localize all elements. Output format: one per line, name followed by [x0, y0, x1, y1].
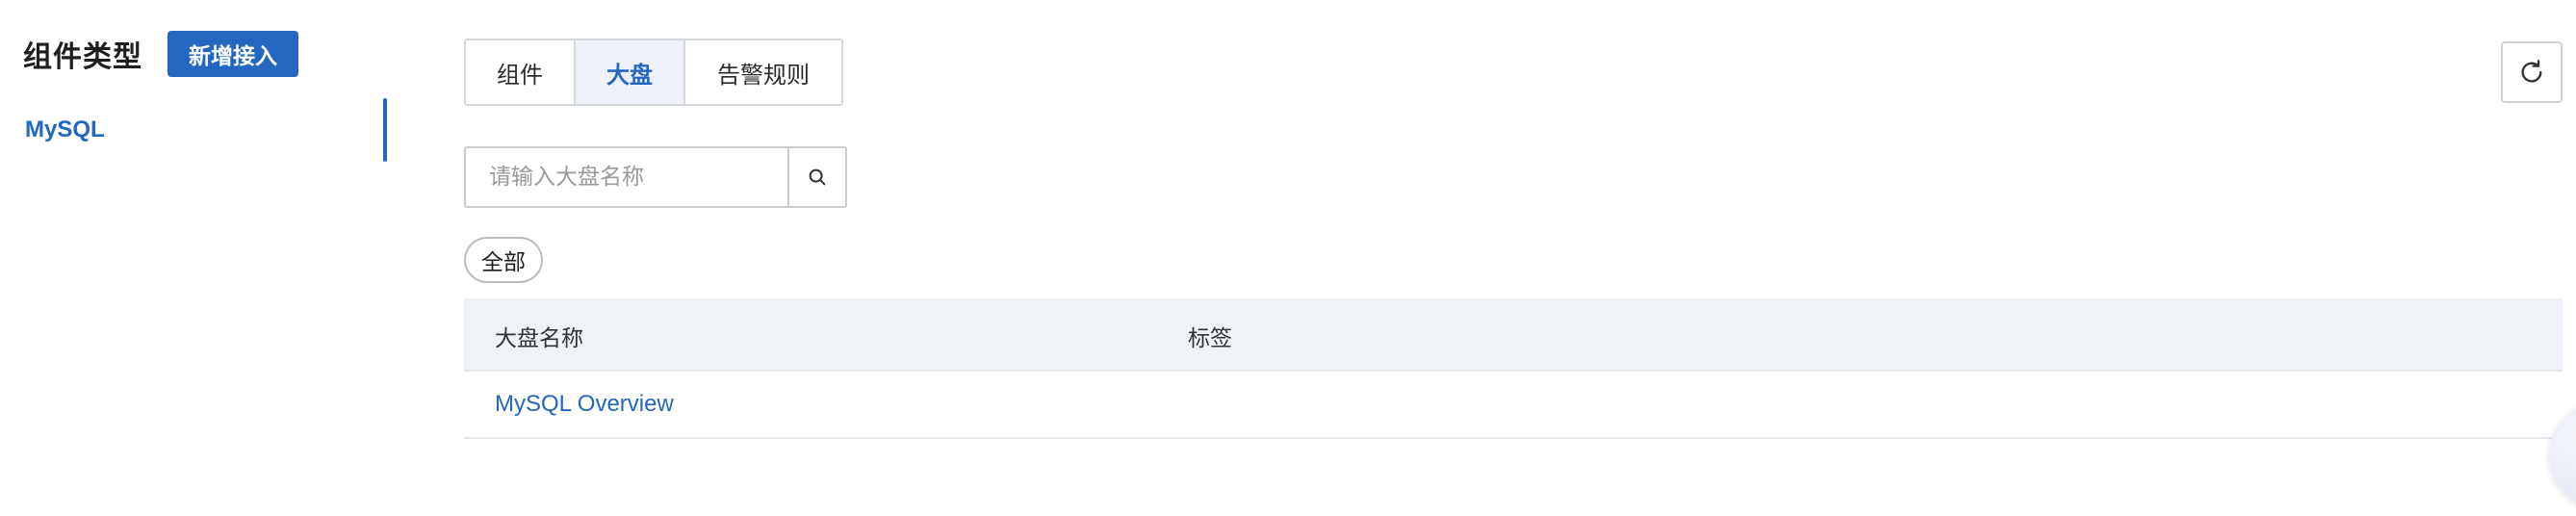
tab-components[interactable]: 组件: [466, 40, 576, 104]
sidebar-item-mysql[interactable]: MySQL: [0, 98, 387, 162]
search-input[interactable]: [464, 146, 787, 208]
sidebar-item-label: MySQL: [25, 116, 105, 142]
sidebar-active-indicator: [383, 98, 387, 162]
dashboard-name-link[interactable]: MySQL Overview: [495, 391, 674, 418]
search-box: [464, 146, 847, 208]
table-row: MySQL Overview: [464, 372, 2563, 439]
dashboard-table: 大盘名称 标签 MySQL Overview: [464, 298, 2563, 439]
sidebar-title: 组件类型: [23, 41, 142, 73]
sidebar-header: 组件类型: [23, 29, 142, 79]
search-button[interactable]: [787, 146, 847, 208]
column-header-name: 大盘名称: [495, 326, 583, 351]
table-header: 大盘名称 标签: [464, 298, 2563, 372]
refresh-icon: [2521, 60, 2542, 83]
tab-group: 组件 大盘 告警规则: [464, 39, 843, 106]
app-root: 组件类型 新增接入 MySQL 组件 大盘 告警规则 全部 大盘名称 标: [0, 0, 2576, 516]
tab-alert-rules[interactable]: 告警规则: [685, 40, 841, 104]
search-icon: [809, 168, 826, 186]
column-header-tags: 标签: [1188, 326, 1232, 351]
tab-dashboards[interactable]: 大盘: [576, 40, 685, 104]
refresh-button[interactable]: [2501, 41, 2563, 103]
add-integration-button[interactable]: 新增接入: [167, 31, 298, 77]
filter-chip-all[interactable]: 全部: [464, 237, 543, 283]
